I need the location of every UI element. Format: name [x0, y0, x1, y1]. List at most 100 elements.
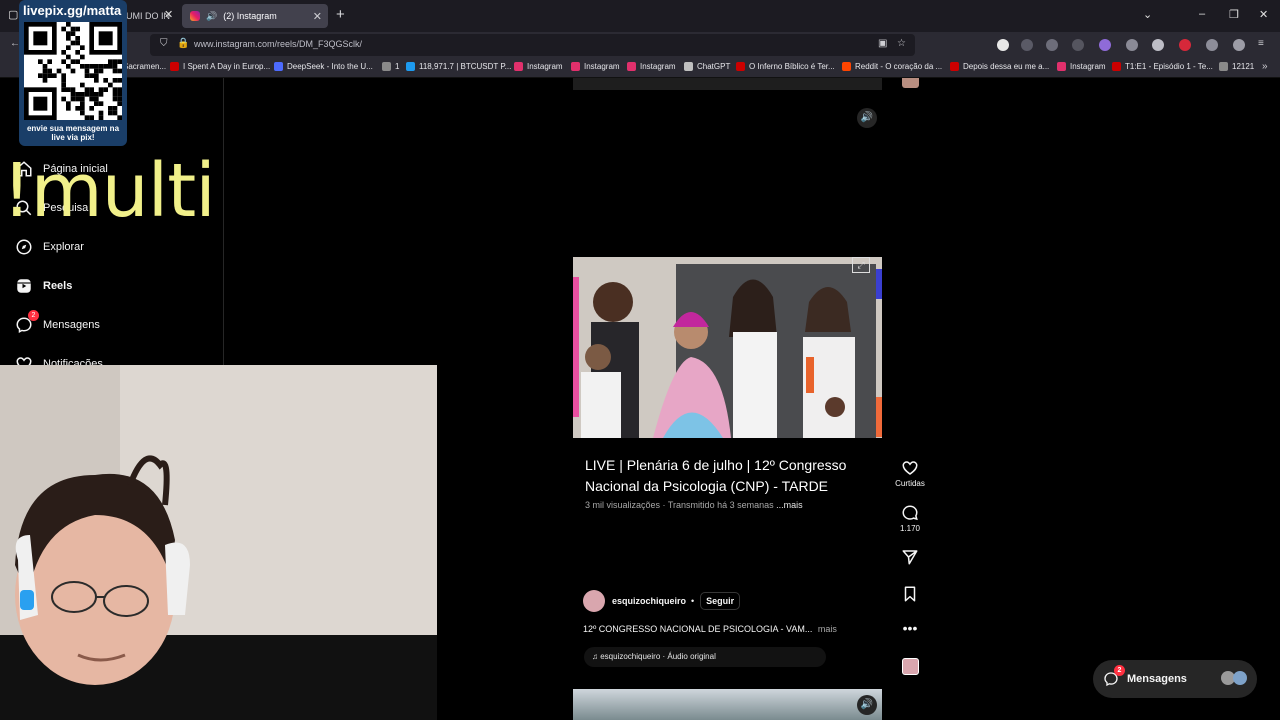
bookmark-star-icon[interactable]: ☆ [897, 38, 906, 49]
browser-nav-bar: ← ⛉ 🔒 www.instagram.com/reels/DM_F3QGScl… [0, 32, 1280, 58]
url-bar[interactable]: ⛉ 🔒 www.instagram.com/reels/DM_F3QGSclk/… [150, 34, 915, 56]
audio-thumbnail[interactable] [902, 78, 919, 88]
bookmark-item[interactable]: 1 [382, 62, 399, 71]
messages-label: Mensagens [1127, 673, 1187, 685]
reel-caption: 12º CONGRESSO NACIONAL DE PSICOLOGIA - V… [583, 624, 837, 634]
extension-icon[interactable] [1126, 39, 1138, 51]
tab-overview-icon[interactable]: ▢ [8, 8, 18, 21]
bookmark-label: O Inferno Bíblico é Ter... [749, 62, 835, 71]
instagram-favicon-icon [190, 11, 200, 21]
caption-text: 12º CONGRESSO NACIONAL DE PSICOLOGIA - V… [583, 624, 813, 634]
chevron-right-icon[interactable]: » [1262, 61, 1268, 72]
audio-thumbnail[interactable] [902, 658, 919, 675]
shield-icon[interactable]: ⛉ [160, 38, 168, 49]
bookmark-label: Instagram [584, 62, 620, 71]
livepix-url: livepix.gg/matta [23, 3, 122, 18]
expand-icon[interactable]: ⤢ [852, 257, 870, 273]
bookmark-favicon-icon [571, 62, 580, 71]
previous-reel-video[interactable] [573, 78, 882, 90]
bookmarks-bar: » Sacramen... I Spent A Day in Europ... De… [0, 58, 1280, 78]
sound-toggle-icon[interactable]: 🔊 [857, 695, 877, 715]
bookmark-item[interactable]: T1:E1 - Episódio 1 - Te... [1112, 62, 1213, 71]
livepix-note: envie sua mensagem na live via pix! [26, 124, 120, 142]
speaker-icon[interactable]: 🔊 [206, 11, 217, 22]
bookmark-item[interactable]: Instagram [1057, 62, 1106, 71]
menu-icon[interactable]: ≡ [1258, 38, 1264, 49]
bookmark-item[interactable]: Instagram [514, 62, 563, 71]
extension-icon[interactable] [1046, 39, 1058, 51]
bookmark-item[interactable]: 12121 [1219, 62, 1254, 71]
notification-badge: 2 [1114, 665, 1125, 676]
bookmark-item[interactable]: Depois dessa eu me a... [950, 62, 1049, 71]
reels-icon [17, 279, 31, 293]
bookmark-favicon-icon [950, 62, 959, 71]
bookmark-favicon-icon [684, 62, 693, 71]
webcam-feed [0, 365, 437, 720]
bookmark-label: Reddit - O coração da ... [855, 62, 943, 71]
extension-icon[interactable] [1072, 39, 1084, 51]
extension-icon[interactable] [1021, 39, 1033, 51]
avatar [1233, 671, 1247, 685]
bookmark-label: ChatGPT [697, 62, 731, 71]
extension-icon[interactable] [1233, 39, 1245, 51]
bookmark-label: T1:E1 - Episódio 1 - Te... [1125, 62, 1213, 71]
bookmark-item[interactable]: Reddit - O coração da ... [842, 62, 942, 71]
username[interactable]: esquizochiqueiro [612, 596, 686, 606]
bookmark-item[interactable]: Instagram [571, 62, 620, 71]
audio-link[interactable]: ♫ esquizochiqueiro · Áudio original [584, 647, 826, 667]
sidebar-item-explore[interactable]: Explorar [15, 238, 84, 256]
reader-view-icon[interactable]: ▣ [878, 38, 887, 49]
close-icon[interactable]: ✕ [313, 10, 322, 23]
more-link[interactable]: ...mais [776, 500, 803, 510]
heart-icon [902, 461, 918, 475]
extension-icon[interactable] [1099, 39, 1111, 51]
bookmark-item[interactable]: O Inferno Bíblico é Ter... [736, 62, 835, 71]
share-button[interactable] [895, 548, 925, 568]
bookmark-favicon-icon [382, 62, 391, 71]
paper-plane-icon [902, 550, 918, 565]
reel-video[interactable]: ⤢ [573, 257, 882, 438]
sidebar-item-label: Reels [43, 280, 73, 292]
bookmark-favicon-icon [170, 62, 179, 71]
sound-toggle-icon[interactable]: 🔊 [857, 108, 877, 128]
next-reel-video[interactable] [573, 689, 882, 720]
messenger-icon: 2 [15, 310, 39, 334]
extension-icon[interactable] [1179, 39, 1191, 51]
extension-icon[interactable] [1206, 39, 1218, 51]
like-button[interactable]: Curtidas [895, 459, 925, 488]
bookmark-item[interactable]: DeepSeek - Into the U... [274, 62, 373, 71]
bookmark-item[interactable]: ChatGPT [684, 62, 730, 71]
url-text[interactable]: www.instagram.com/reels/DM_F3QGSclk/ [194, 39, 362, 49]
extension-icon[interactable] [997, 39, 1009, 51]
restore-icon[interactable]: ❐ [1229, 8, 1239, 21]
bookmark-label: Instagram [1070, 62, 1106, 71]
dot-separator: • [691, 596, 695, 606]
bookmark-item[interactable]: I Spent A Day in Europ... [170, 62, 270, 71]
bookmark-item[interactable]: 118,971.7 | BTCUSDT P... [406, 62, 511, 71]
sidebar-item-messages[interactable]: 2 Mensagens [15, 310, 100, 334]
close-icon[interactable]: ✕ [164, 8, 173, 21]
more-options-icon[interactable]: ••• [895, 621, 925, 635]
comment-button[interactable]: 1.170 [895, 504, 925, 533]
reel-meta: 3 mil visualizações · Transmitido há 3 s… [585, 500, 803, 510]
bookmark-icon [904, 586, 916, 602]
avatar[interactable] [583, 590, 605, 612]
caption-more-link[interactable]: mais [818, 624, 837, 634]
messenger-icon: 2 [1103, 665, 1125, 687]
tab-instagram[interactable]: 🔊 (2) Instagram ✕ [182, 4, 328, 28]
new-tab-icon[interactable]: + [336, 6, 345, 23]
extension-icon[interactable] [1152, 39, 1164, 51]
bookmark-item[interactable]: Instagram [627, 62, 676, 71]
close-window-icon[interactable]: ✕ [1259, 8, 1268, 21]
follow-button[interactable]: Seguir [700, 592, 741, 610]
bookmark-label: Depois dessa eu me a... [963, 62, 1050, 71]
minimize-icon[interactable]: – [1199, 8, 1205, 20]
reel-author: esquizochiqueiro • Seguir [583, 590, 741, 612]
messages-floating-button[interactable]: 2 Mensagens [1093, 660, 1257, 698]
chevron-down-icon[interactable]: ⌄ [1143, 8, 1152, 21]
video-frame-image [573, 257, 882, 438]
reel-title[interactable]: LIVE | Plenária 6 de julho | 12º Congres… [585, 455, 875, 497]
sidebar-item-reels[interactable]: Reels [15, 277, 72, 295]
lock-icon[interactable]: 🔒 [177, 38, 189, 49]
save-button[interactable] [895, 585, 925, 605]
